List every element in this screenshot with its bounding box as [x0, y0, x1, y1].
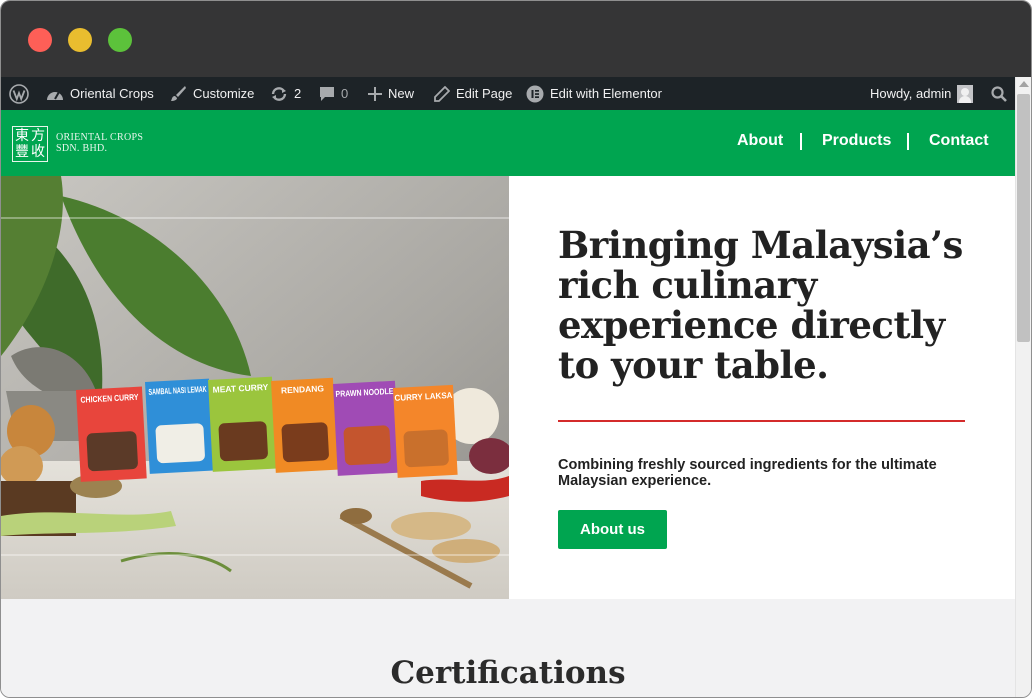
- nav-products-link[interactable]: Products: [822, 132, 891, 150]
- edit-with-elementor-label: Edit with Elementor: [550, 86, 662, 101]
- logo-char: 東: [15, 128, 29, 144]
- nav-separator: [907, 133, 909, 150]
- logo-company-name: ORIENTAL CROPS: [56, 132, 144, 143]
- hero-title: Bringing Malaysia’s rich culinary experi…: [558, 223, 963, 387]
- wp-admin-bar: Oriental Crops Customize 2 0 New Edit Pa…: [1, 77, 1031, 110]
- minimize-window-button[interactable]: [68, 28, 92, 52]
- product-pack: CHICKEN CURRY: [76, 386, 147, 482]
- avatar: [957, 84, 974, 103]
- wordpress-logo-icon[interactable]: [9, 77, 29, 110]
- comments-menu[interactable]: 0: [319, 77, 348, 110]
- admin-search-button[interactable]: [991, 77, 1007, 110]
- product-pack: PRAWN NOODLE: [333, 380, 400, 476]
- close-window-button[interactable]: [28, 28, 52, 52]
- certifications-title: Certifications: [390, 655, 626, 691]
- new-content-menu[interactable]: New: [368, 77, 414, 110]
- nav-about-link[interactable]: About: [737, 132, 783, 150]
- site-logo-text[interactable]: ORIENTAL CROPS SDN. BHD.: [56, 132, 143, 154]
- logo-char: 方: [31, 128, 45, 144]
- hero-subtitle: Combining freshly sourced ingredients fo…: [558, 457, 937, 489]
- product-pack: CURRY LAKSA: [393, 384, 458, 478]
- search-icon: [991, 85, 1007, 102]
- maximize-window-button[interactable]: [108, 28, 132, 52]
- dashboard-gauge-icon: [47, 91, 63, 100]
- hero-divider: [558, 420, 965, 422]
- comment-bubble-icon: [320, 86, 334, 101]
- browser-window: Oriental Crops Customize 2 0 New Edit Pa…: [0, 0, 1032, 698]
- comments-count: 0: [341, 86, 349, 101]
- account-menu[interactable]: Howdy, admin: [870, 77, 974, 110]
- customize-menu[interactable]: Customize: [170, 77, 254, 110]
- window-titlebar: [1, 1, 1031, 77]
- plus-icon: [368, 86, 382, 101]
- scroll-up-arrow-icon[interactable]: [1019, 81, 1029, 87]
- new-label: New: [388, 86, 415, 101]
- hero-product-image: CHICKEN CURRY SAMBAL NASI LEMAK MEAT CUR…: [1, 176, 509, 599]
- nav-separator: [800, 133, 802, 150]
- edit-page-label: Edit Page: [456, 86, 513, 101]
- howdy-label: Howdy, admin: [870, 86, 952, 101]
- edit-with-elementor-menu[interactable]: Edit with Elementor: [526, 77, 662, 110]
- paintbrush-icon: [171, 86, 186, 101]
- product-packs: CHICKEN CURRY SAMBAL NASI LEMAK MEAT CUR…: [76, 376, 458, 482]
- updates-count: 2: [294, 86, 302, 101]
- logo-char: 豐: [15, 144, 29, 160]
- site-name-menu[interactable]: Oriental Crops: [46, 77, 154, 110]
- logo-char: 收: [31, 144, 45, 160]
- pencil-icon: [434, 85, 450, 102]
- product-pack: SAMBAL NASI LEMAK: [145, 378, 214, 474]
- logo-company-suffix: SDN. BHD.: [56, 143, 108, 154]
- nav-contact-link[interactable]: Contact: [929, 132, 989, 150]
- product-pack: RENDANG: [271, 377, 338, 473]
- elementor-icon: [526, 85, 544, 102]
- product-pack: MEAT CURRY: [208, 376, 277, 472]
- hero-photo-illustration: CHICKEN CURRY SAMBAL NASI LEMAK MEAT CUR…: [1, 176, 509, 599]
- site-name-label: Oriental Crops: [70, 86, 154, 101]
- about-us-button[interactable]: About us: [558, 510, 667, 549]
- customize-label: Customize: [193, 86, 255, 101]
- page-scrollbar-thumb[interactable]: [1017, 94, 1030, 342]
- site-logo-mark[interactable]: 東 方 豐 收: [12, 126, 48, 162]
- updates-menu[interactable]: 2: [270, 77, 301, 110]
- updates-refresh-icon: [271, 86, 287, 101]
- edit-page-menu[interactable]: Edit Page: [434, 77, 512, 110]
